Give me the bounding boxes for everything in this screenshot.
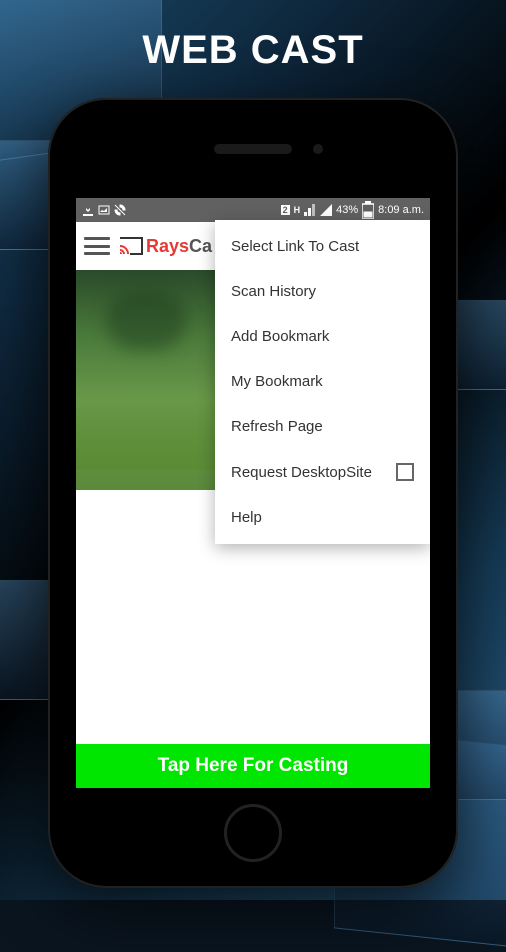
menu-item-select-link[interactable]: Select Link To Cast bbox=[215, 224, 430, 269]
menu-item-add-bookmark[interactable]: Add Bookmark bbox=[215, 314, 430, 359]
menu-item-desktop-site[interactable]: Request DesktopSite bbox=[215, 449, 430, 495]
sync-off-icon bbox=[114, 204, 126, 216]
phone-speaker bbox=[214, 144, 292, 154]
signal-icon bbox=[304, 204, 316, 216]
menu-item-my-bookmark[interactable]: My Bookmark bbox=[215, 359, 430, 404]
home-button[interactable] bbox=[224, 804, 282, 862]
menu-item-label: Select Link To Cast bbox=[231, 238, 359, 255]
download-icon bbox=[82, 204, 94, 216]
menu-item-label: My Bookmark bbox=[231, 373, 323, 390]
status-bar: 2 H 43% 8:09 a.m. bbox=[76, 198, 430, 222]
phone-frame: 2 H 43% 8:09 a.m. bbox=[48, 98, 458, 888]
checkbox-icon[interactable] bbox=[396, 463, 414, 481]
image-icon bbox=[98, 204, 110, 216]
network-type-badge: 2 bbox=[281, 205, 290, 215]
cast-icon bbox=[118, 236, 144, 256]
phone-screen: 2 H 43% 8:09 a.m. bbox=[76, 198, 430, 788]
phone-camera bbox=[313, 144, 323, 154]
battery-percent: 43% bbox=[336, 204, 358, 216]
page-title: WEB CAST bbox=[0, 28, 506, 73]
app-logo: RaysCa bbox=[118, 236, 212, 257]
signal-icon bbox=[320, 204, 332, 216]
image-detail bbox=[116, 380, 206, 430]
overflow-menu: Select Link To Cast Scan History Add Boo… bbox=[215, 220, 430, 544]
clock-time: 8:09 a.m. bbox=[378, 204, 424, 216]
phone-bezel: 2 H 43% 8:09 a.m. bbox=[56, 106, 450, 880]
menu-item-help[interactable]: Help bbox=[215, 495, 430, 540]
app-title: RaysCa bbox=[146, 236, 212, 257]
menu-item-label: Add Bookmark bbox=[231, 328, 329, 345]
menu-item-label: Refresh Page bbox=[231, 418, 323, 435]
cast-button[interactable]: Tap Here For Casting bbox=[76, 744, 430, 788]
menu-item-label: Request DesktopSite bbox=[231, 464, 372, 481]
menu-button[interactable] bbox=[84, 235, 110, 257]
battery-icon bbox=[362, 204, 374, 216]
menu-item-label: Help bbox=[231, 509, 262, 526]
menu-item-scan-history[interactable]: Scan History bbox=[215, 269, 430, 314]
menu-item-label: Scan History bbox=[231, 283, 316, 300]
menu-item-refresh[interactable]: Refresh Page bbox=[215, 404, 430, 449]
network-speed-label: H bbox=[294, 205, 301, 215]
